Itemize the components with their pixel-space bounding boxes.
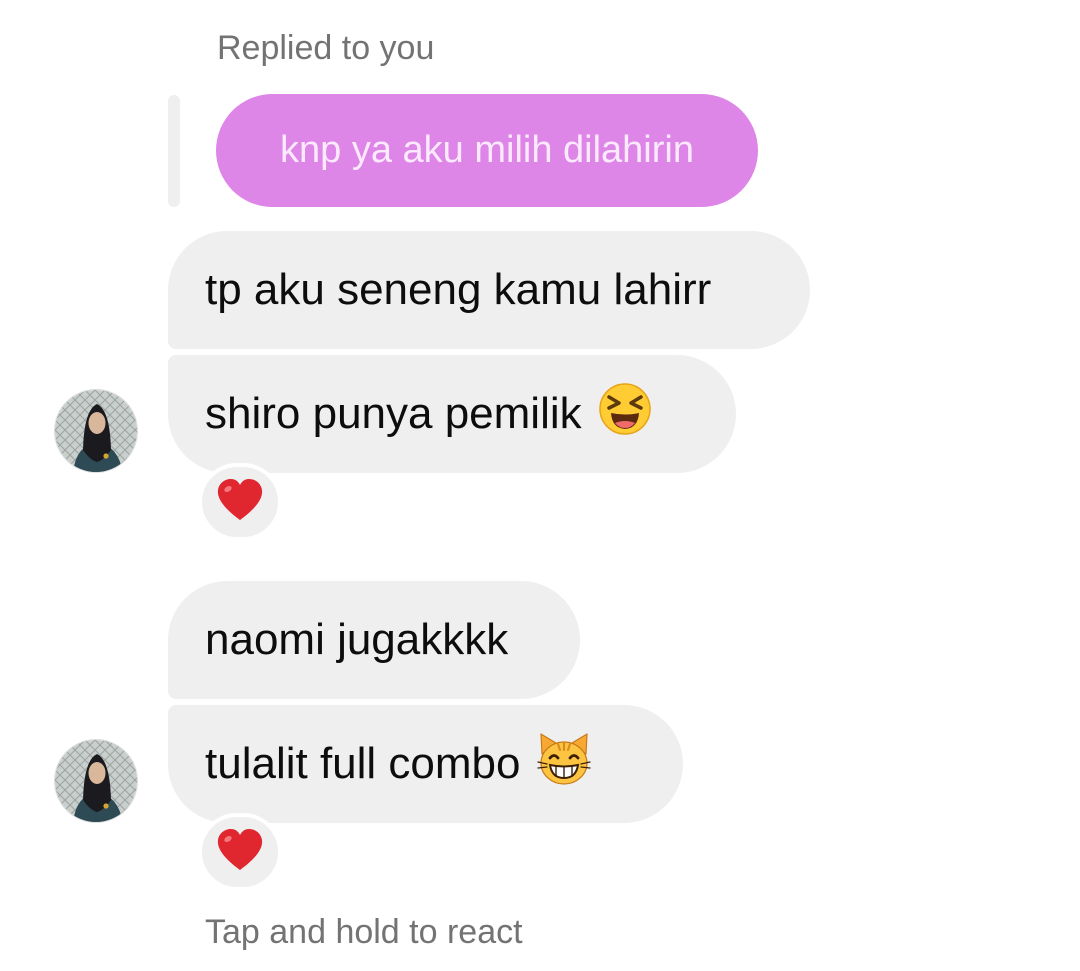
message-text: shiro punya pemilik: [205, 389, 582, 438]
red-heart-icon: [216, 478, 264, 527]
message-text: tp aku seneng kamu lahirr: [205, 265, 712, 314]
reply-indicator-bar: [168, 95, 180, 207]
message-bubble[interactable]: shiro punya pemilik: [168, 355, 736, 473]
reaction-badge[interactable]: [198, 463, 282, 541]
quoted-message-text: knp ya aku milih dilahirin: [280, 129, 694, 171]
red-heart-icon: [216, 828, 264, 877]
message-bubble[interactable]: tp aku seneng kamu lahirr: [168, 231, 810, 349]
laughing-squinting-face-icon: [598, 382, 652, 447]
message-text: tulalit full combo: [205, 739, 521, 788]
tap-and-hold-hint: Tap and hold to react: [205, 913, 523, 951]
replied-to-you-label: Replied to you: [217, 29, 435, 67]
message-bubble[interactable]: naomi jugakkkk: [168, 581, 580, 699]
message-text: naomi jugakkkk: [205, 615, 509, 664]
avatar[interactable]: [54, 389, 138, 473]
avatar[interactable]: [54, 739, 138, 823]
message-bubble[interactable]: tulalit full combo: [168, 705, 683, 823]
quoted-message-bubble[interactable]: knp ya aku milih dilahirin: [216, 94, 758, 207]
reaction-badge[interactable]: [198, 813, 282, 891]
grinning-cat-icon: [536, 732, 592, 797]
